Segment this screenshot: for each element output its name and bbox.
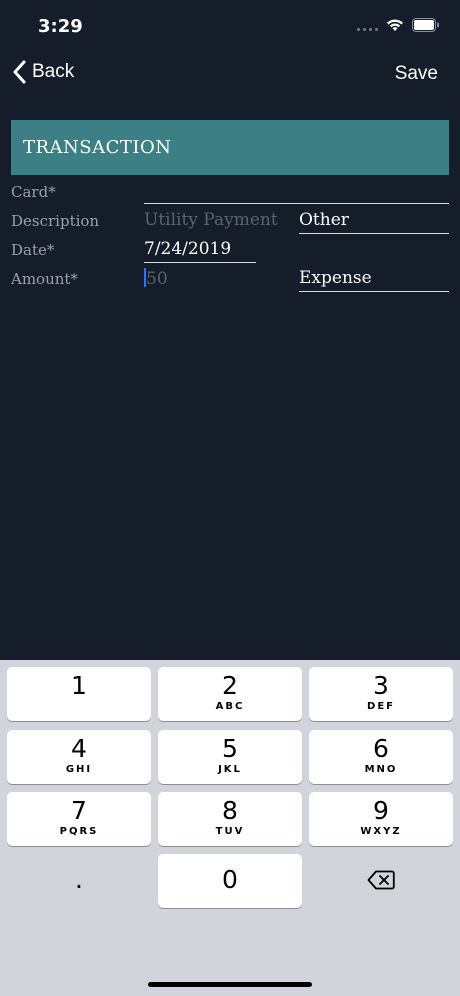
key-letters: WXYZ bbox=[360, 826, 402, 837]
status-time: 3:29 bbox=[38, 16, 83, 37]
key-digit: 4 bbox=[71, 734, 87, 763]
key-letters: DEF bbox=[367, 701, 395, 712]
amount-field[interactable]: 50 bbox=[144, 265, 284, 292]
key-8[interactable]: 8 TUV bbox=[158, 792, 302, 846]
amount-placeholder: 50 bbox=[146, 269, 168, 289]
key-digit: 7 bbox=[71, 796, 87, 825]
card-field[interactable] bbox=[144, 177, 449, 204]
key-decimal[interactable]: . bbox=[7, 854, 151, 908]
date-field[interactable]: 7/24/2019 bbox=[144, 236, 256, 263]
card-label: Card* bbox=[11, 183, 56, 201]
chevron-left-icon bbox=[13, 60, 26, 84]
key-digit: 0 bbox=[222, 865, 238, 894]
key-digit: 5 bbox=[222, 734, 238, 763]
section-title: TRANSACTION bbox=[23, 137, 172, 158]
battery-icon bbox=[412, 18, 439, 32]
transaction-type-field[interactable]: Expense bbox=[299, 265, 449, 292]
status-icons bbox=[357, 18, 440, 32]
delete-key[interactable] bbox=[309, 854, 453, 908]
back-label: Back bbox=[32, 61, 75, 82]
key-digit: 8 bbox=[222, 796, 238, 825]
key-0[interactable]: 0 bbox=[158, 854, 302, 908]
key-letters: MNO bbox=[364, 764, 398, 775]
section-header: TRANSACTION bbox=[11, 120, 449, 175]
status-bar: 3:29 bbox=[0, 0, 460, 54]
back-button[interactable]: Back bbox=[12, 60, 74, 84]
key-letters: GHI bbox=[65, 764, 93, 775]
save-button[interactable]: Save bbox=[395, 63, 438, 85]
key-3[interactable]: 3 DEF bbox=[309, 667, 453, 721]
key-2[interactable]: 2 ABC bbox=[158, 667, 302, 721]
cellular-signal-icon bbox=[357, 19, 378, 31]
description-field[interactable]: Utility Payment bbox=[144, 207, 294, 234]
key-letters: JKL bbox=[218, 764, 242, 775]
key-5[interactable]: 5 JKL bbox=[158, 730, 302, 784]
key-digit: 3 bbox=[373, 671, 389, 700]
navigation-bar: Back Save bbox=[0, 54, 460, 98]
key-digit: 2 bbox=[222, 671, 238, 700]
key-letters: TUV bbox=[215, 826, 245, 837]
numeric-keypad: 1 2 ABC 3 DEF 4 GHI 5 JKL 6 MNO 7 PQRS 8… bbox=[0, 660, 460, 996]
key-6[interactable]: 6 MNO bbox=[309, 730, 453, 784]
backspace-icon bbox=[367, 870, 395, 890]
key-digit: 6 bbox=[373, 734, 389, 763]
key-digit: 9 bbox=[373, 796, 389, 825]
description-label: Description bbox=[11, 212, 100, 230]
category-field[interactable]: Other bbox=[299, 207, 449, 234]
key-letters: ABC bbox=[215, 701, 245, 712]
key-7[interactable]: 7 PQRS bbox=[7, 792, 151, 846]
wifi-icon bbox=[387, 19, 403, 31]
home-indicator bbox=[148, 982, 312, 987]
key-digit: 1 bbox=[71, 671, 87, 700]
key-4[interactable]: 4 GHI bbox=[7, 730, 151, 784]
key-decimal-label: . bbox=[75, 865, 83, 894]
date-label: Date* bbox=[11, 241, 55, 259]
key-9[interactable]: 9 WXYZ bbox=[309, 792, 453, 846]
amount-label: Amount* bbox=[11, 270, 78, 288]
key-letters: PQRS bbox=[59, 826, 99, 837]
key-1[interactable]: 1 bbox=[7, 667, 151, 721]
